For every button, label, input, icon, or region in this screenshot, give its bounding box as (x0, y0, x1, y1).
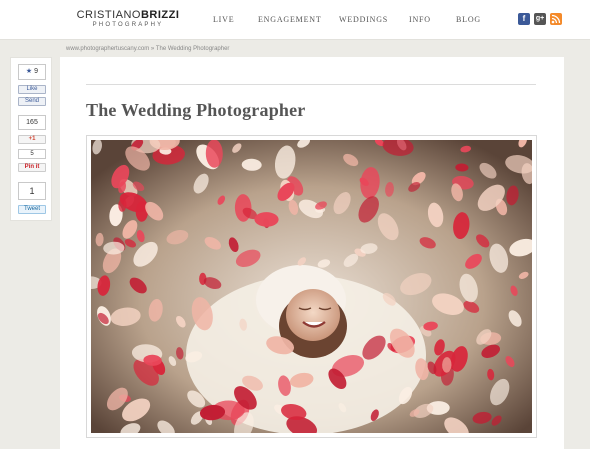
facebook-icon[interactable]: f (518, 13, 530, 25)
pin-count: 5 (18, 149, 46, 159)
nav-engagement[interactable]: ENGAGEMENT (258, 15, 322, 24)
rss-icon[interactable] (550, 13, 562, 25)
facebook-send-button[interactable]: Send (18, 97, 46, 106)
google-plus-icon[interactable]: g+ (534, 13, 546, 25)
tweet-button[interactable]: Tweet (18, 205, 46, 214)
logo-subtitle: PHOTOGRAPHY (92, 22, 164, 28)
logo-first-name: CRISTIANO (76, 9, 141, 21)
like-count-box: ★ 9 (18, 64, 46, 80)
thumbs-up-icon: ★ (25, 68, 33, 75)
google-plusone-button[interactable]: +1 (18, 135, 46, 144)
like-count: 9 (34, 68, 39, 75)
pinterest-button[interactable]: Pin it (18, 163, 46, 172)
divider (86, 84, 536, 85)
site-header: CRISTIANOBRIZZI PHOTOGRAPHY LIVE ENGAGEM… (0, 0, 590, 40)
photo-frame (86, 135, 537, 438)
nav-info[interactable]: INFO (409, 15, 431, 24)
site-logo[interactable]: CRISTIANOBRIZZI PHOTOGRAPHY (73, 9, 183, 29)
breadcrumb[interactable]: www.photographertuscany.com » The Weddin… (66, 46, 229, 52)
facebook-like-button[interactable]: Like (18, 85, 46, 94)
share-sidebar: ★ 9 Like Send 165 +1 5 Pin it 1 Tweet (10, 57, 52, 221)
nav-live[interactable]: LIVE (213, 15, 234, 24)
nav-weddings[interactable]: WEDDINGS (339, 15, 388, 24)
bride-among-petals-photo[interactable] (91, 140, 532, 433)
main-content: The Wedding Photographer (60, 57, 564, 449)
plusone-count: 165 (18, 115, 46, 130)
logo-last-name: BRIZZI (140, 9, 180, 21)
tweet-count: 1 (18, 182, 46, 200)
page-title: The Wedding Photographer (86, 100, 306, 120)
nav-blog[interactable]: BLOG (456, 15, 481, 24)
